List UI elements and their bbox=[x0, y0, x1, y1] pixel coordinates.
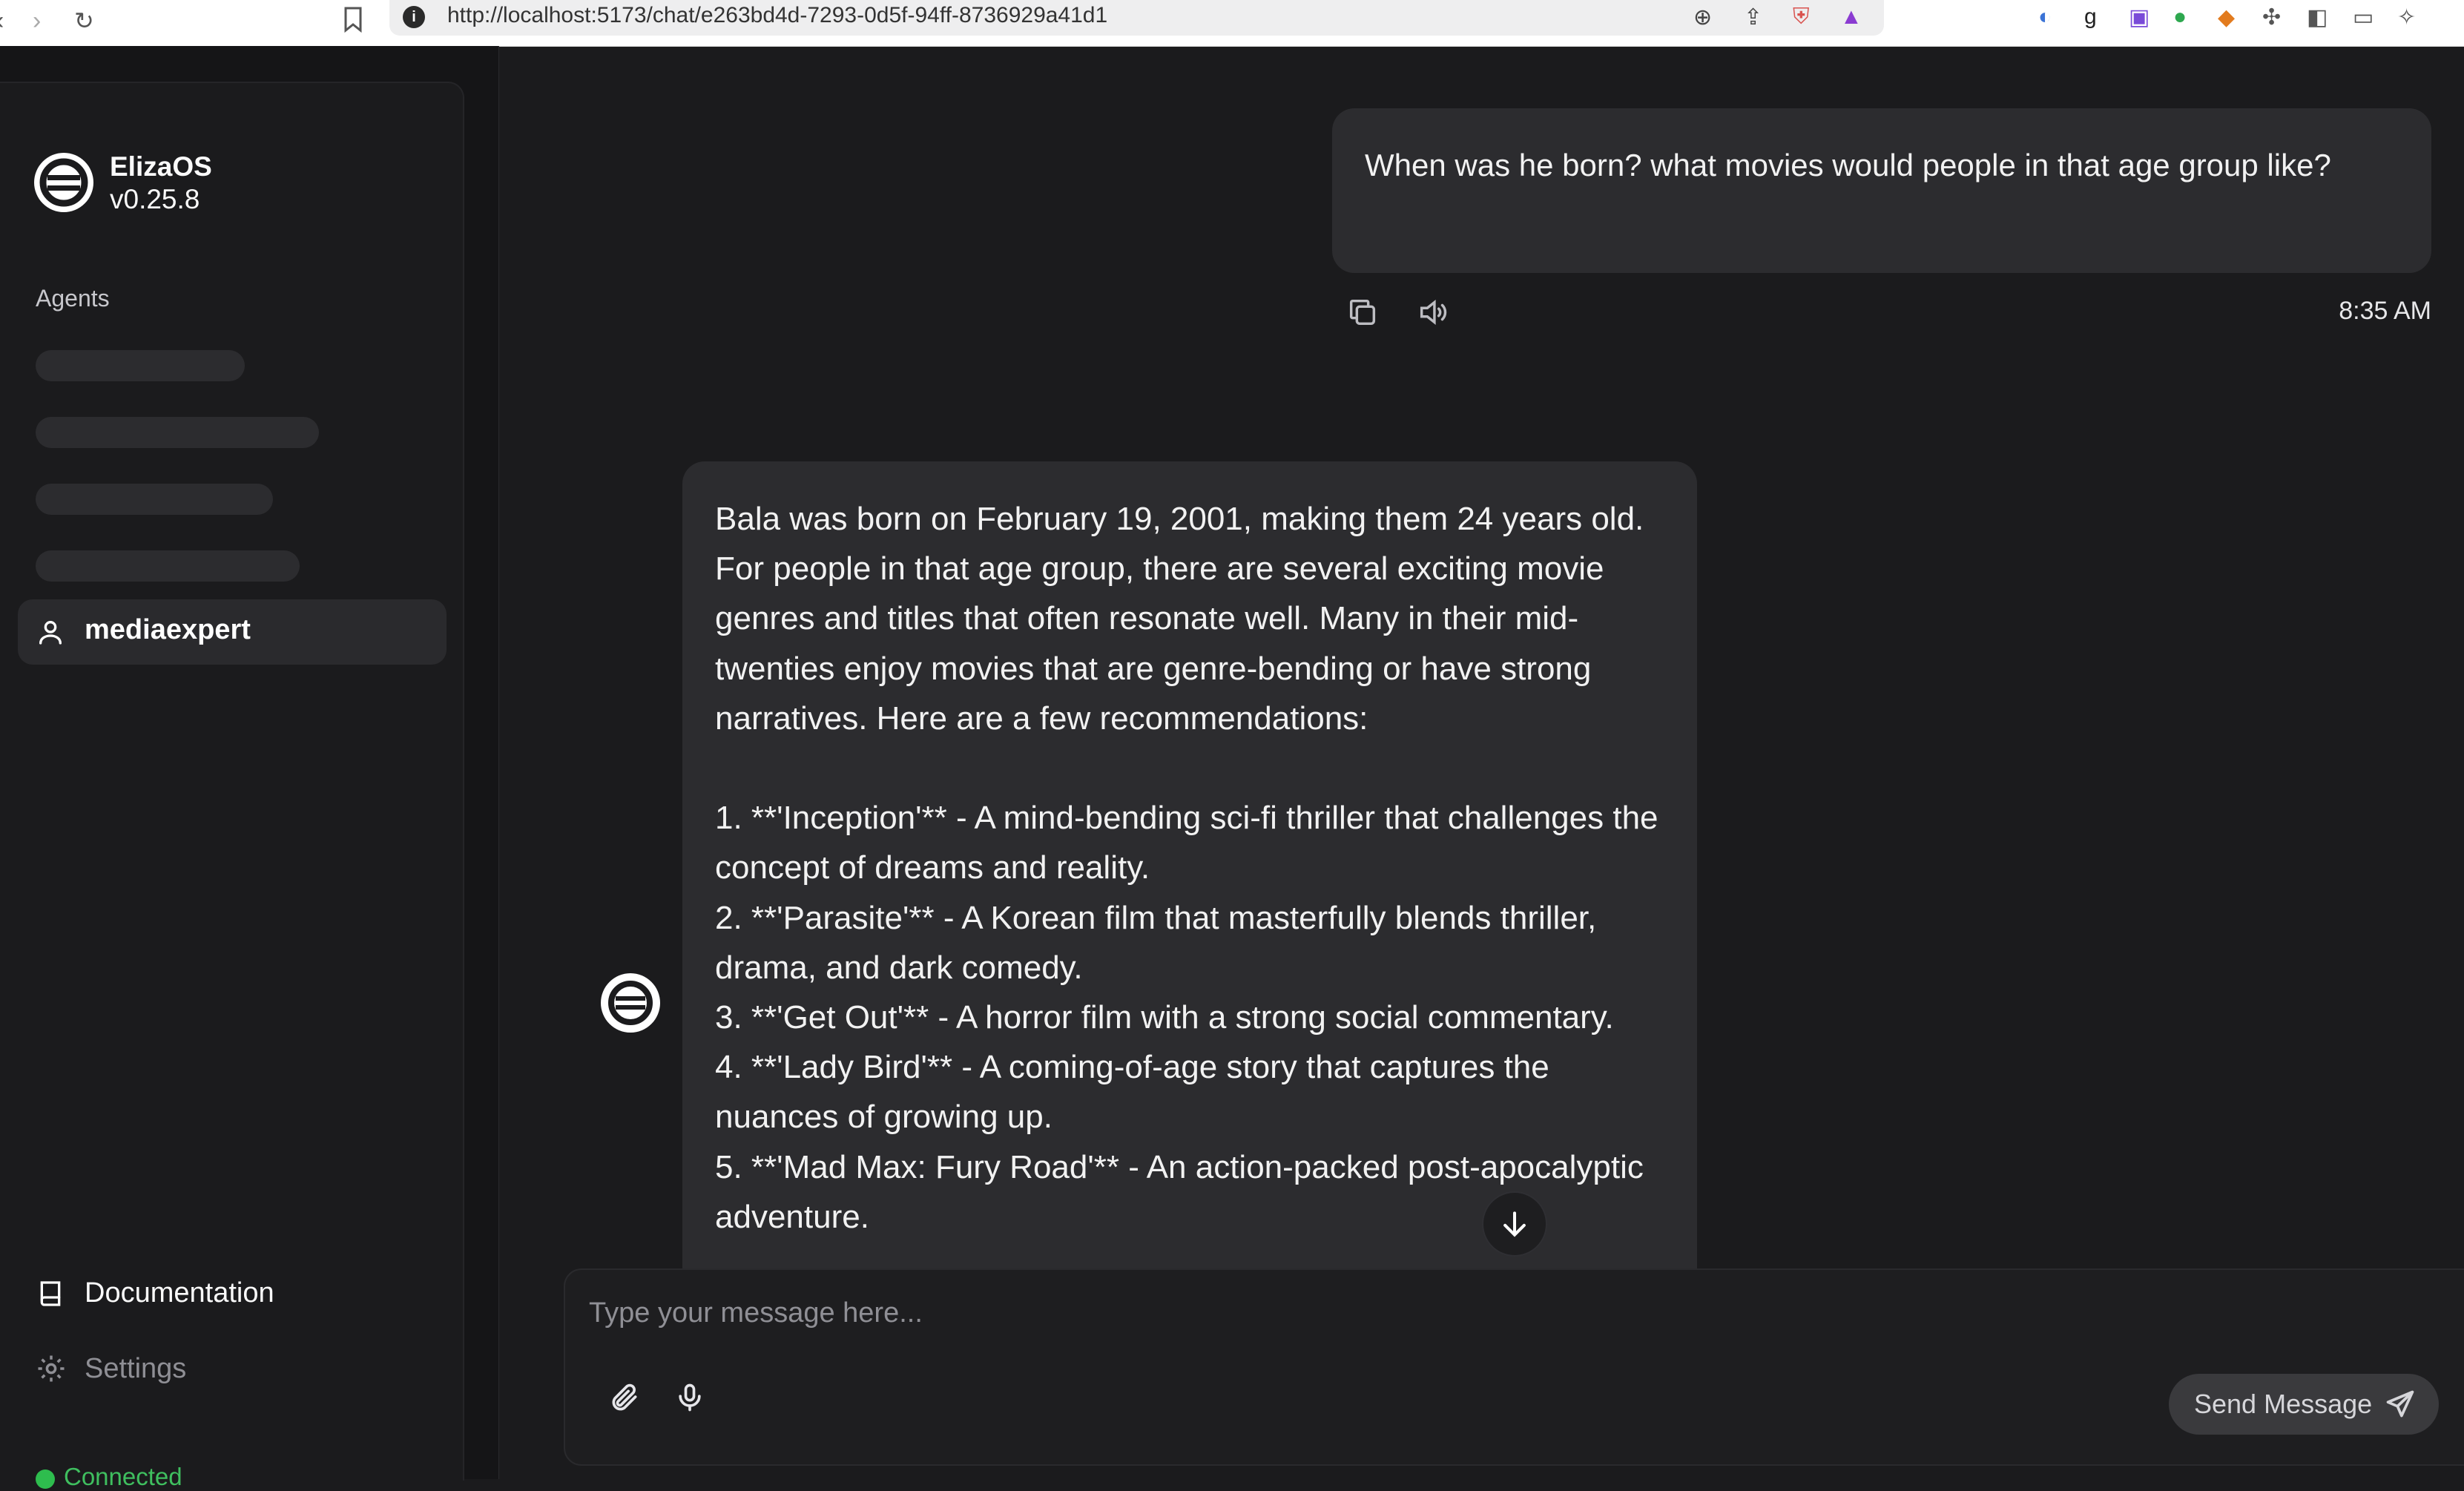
microphone-icon[interactable] bbox=[673, 1381, 706, 1418]
back-icon[interactable]: ‹ bbox=[0, 6, 4, 36]
puzzle-icon[interactable]: ✣ bbox=[2262, 4, 2281, 30]
sidebar: ElizaOS v0.25.8 Agents mediaexpert Docum… bbox=[0, 82, 464, 1490]
app-name: ElizaOS bbox=[110, 151, 212, 182]
paperclip-icon[interactable] bbox=[608, 1381, 641, 1418]
settings-label: Settings bbox=[85, 1353, 187, 1384]
user-message-text: When was he born? what movies would peop… bbox=[1365, 148, 2331, 182]
loading-skeleton bbox=[36, 350, 245, 381]
extension-icon[interactable]: ◐ bbox=[2038, 4, 2052, 30]
metamask-icon[interactable]: ◆ bbox=[2218, 4, 2235, 30]
bookmark-icon[interactable] bbox=[343, 6, 363, 41]
message-input[interactable] bbox=[587, 1286, 2371, 1340]
wallet-icon[interactable]: ▭ bbox=[2353, 4, 2374, 30]
agent-message-text: Bala was born on February 19, 2001, maki… bbox=[715, 501, 1658, 1235]
url-text: http://localhost:5173/chat/e263bd4d-7293… bbox=[447, 3, 1108, 27]
book-icon bbox=[36, 1281, 65, 1317]
browser-toolbar: ‹ › ↻ i http://localhost:5173/chat/e263b… bbox=[0, 0, 2464, 47]
brave-shield-icon[interactable]: ⛨ bbox=[1793, 4, 1810, 30]
app-version: v0.25.8 bbox=[110, 184, 200, 214]
share-icon[interactable]: ⇪ bbox=[1744, 4, 1762, 30]
settings-link[interactable]: Settings bbox=[36, 1353, 186, 1392]
agent-avatar-icon bbox=[601, 973, 660, 1033]
zoom-icon[interactable]: ⊕ bbox=[1693, 4, 1712, 30]
elizaos-logo-icon bbox=[34, 153, 93, 212]
scroll-to-bottom-button[interactable] bbox=[1482, 1191, 1547, 1257]
site-info-icon[interactable]: i bbox=[403, 6, 425, 28]
gear-icon bbox=[36, 1355, 67, 1391]
send-button-label: Send Message bbox=[2194, 1389, 2373, 1419]
arrow-down-icon bbox=[1503, 1211, 1526, 1237]
documentation-label: Documentation bbox=[85, 1277, 274, 1309]
agent-message-bubble: Bala was born on February 19, 2001, maki… bbox=[682, 461, 1697, 1270]
sidebar-toggle-icon[interactable]: ◧ bbox=[2307, 4, 2328, 30]
loading-skeleton bbox=[36, 484, 273, 515]
copy-icon[interactable] bbox=[1345, 295, 1380, 333]
reload-icon[interactable]: ↻ bbox=[74, 6, 94, 36]
user-message-bubble: When was he born? what movies would peop… bbox=[1332, 108, 2431, 273]
sidebar-item-mediaexpert[interactable]: mediaexpert bbox=[18, 599, 447, 665]
status-label: Connected bbox=[64, 1463, 182, 1490]
person-icon bbox=[36, 617, 65, 651]
extension-icon[interactable]: ● bbox=[2173, 4, 2187, 30]
address-bar[interactable]: i http://localhost:5173/chat/e263bd4d-72… bbox=[389, 0, 1884, 36]
loading-skeleton bbox=[36, 417, 319, 448]
sidebar-region: ElizaOS v0.25.8 Agents mediaexpert Docum… bbox=[0, 46, 499, 1490]
agent-name: mediaexpert bbox=[85, 614, 251, 645]
brave-rewards-icon[interactable]: ▲ bbox=[1840, 4, 1862, 30]
message-composer: Send Message bbox=[564, 1268, 2464, 1466]
documentation-link[interactable]: Documentation bbox=[36, 1277, 274, 1317]
speaker-icon[interactable] bbox=[1415, 295, 1451, 333]
agents-heading: Agents bbox=[36, 285, 110, 312]
extension-icon[interactable]: ɡ bbox=[2084, 4, 2097, 30]
send-icon bbox=[2386, 1390, 2414, 1418]
loading-skeleton bbox=[36, 550, 300, 582]
leo-icon[interactable]: ✧ bbox=[2397, 4, 2416, 30]
message-timestamp: 8:35 AM bbox=[2339, 297, 2431, 325]
status-dot-icon bbox=[36, 1469, 55, 1489]
send-message-button[interactable]: Send Message bbox=[2169, 1374, 2439, 1435]
forward-icon[interactable]: › bbox=[33, 6, 41, 36]
extension-icon[interactable]: ▣ bbox=[2129, 4, 2150, 30]
